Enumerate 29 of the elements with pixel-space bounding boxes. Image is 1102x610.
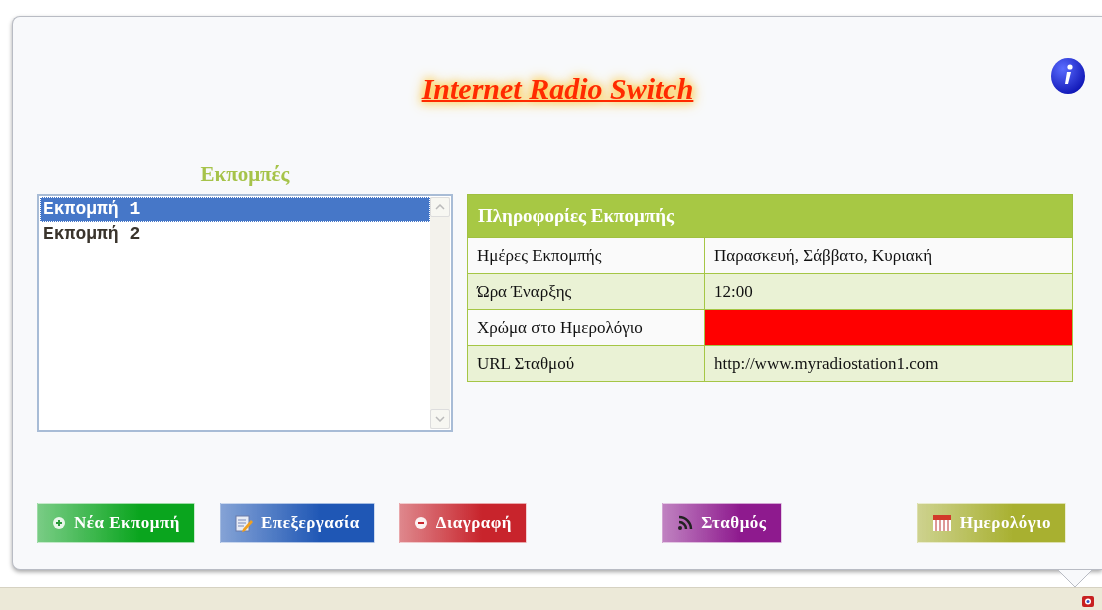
action-button[interactable]: Σταθμός	[662, 503, 782, 543]
scroll-down-button[interactable]	[430, 409, 450, 429]
calendar-icon	[931, 514, 952, 532]
app-title: Internet Radio Switch	[421, 72, 694, 106]
action-button[interactable]: Επεξεργασία	[220, 503, 375, 543]
table-heading: Πληροφορίες Εκπομπής	[467, 194, 1073, 238]
list-item[interactable]: Εκπομπή 1	[40, 197, 430, 222]
table-cell: URL Σταθμού	[467, 345, 705, 382]
table-cell: Ημέρες Εκπομπής	[467, 237, 705, 274]
minus-icon	[413, 516, 428, 530]
action-button[interactable]: Νέα Εκπομπή	[37, 503, 195, 543]
rss-icon	[677, 515, 694, 531]
table-cell: http://www.myradiostation1.com	[704, 345, 1073, 382]
action-button[interactable]: Διαγραφή	[398, 503, 527, 543]
list-item[interactable]: Εκπομπή 2	[40, 222, 430, 247]
info-icon[interactable]	[1050, 57, 1086, 95]
pencil-note-icon	[235, 514, 253, 532]
chevron-up-icon	[435, 204, 445, 210]
chevron-down-icon	[435, 416, 445, 422]
table-cell: Παρασκευή, Σάββατο, Κυριακή	[704, 237, 1073, 274]
scrollbar[interactable]	[430, 197, 450, 429]
tray-app-icon[interactable]	[1080, 593, 1096, 609]
broadcast-listbox[interactable]: Εκπομπή 1 Εκπομπή 2	[37, 194, 453, 432]
table-cell: 12:00	[704, 273, 1073, 310]
table-cell: Ώρα Έναρξης	[467, 273, 705, 310]
table-cell: Χρώμα στο Ημερολόγιο	[467, 309, 705, 346]
scroll-up-button[interactable]	[430, 197, 450, 217]
plus-icon	[52, 516, 66, 530]
list-heading: Εκπομπές	[200, 161, 290, 188]
